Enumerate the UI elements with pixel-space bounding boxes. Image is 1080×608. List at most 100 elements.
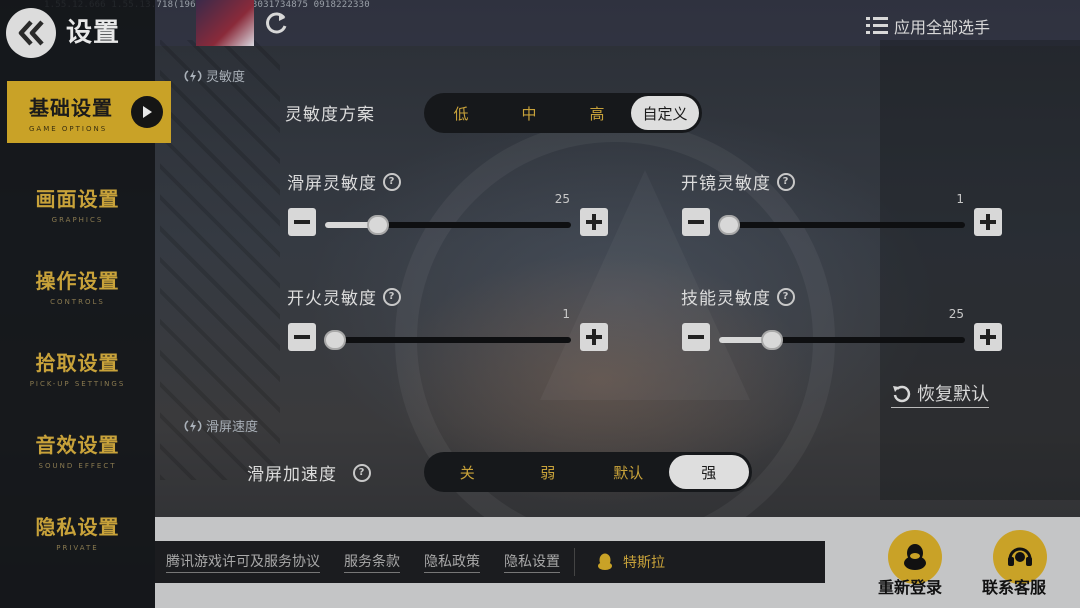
- sidebar-item-pickup[interactable]: 拾取设置 PICK-UP SETTINGS: [0, 326, 155, 408]
- link-privacy-settings[interactable]: 隐私设置: [504, 551, 560, 573]
- sidebar-item-sound[interactable]: 音效设置 SOUND EFFECT: [0, 408, 155, 490]
- apply-all-label: 应用全部选手: [894, 18, 991, 37]
- increase-button[interactable]: [974, 323, 1002, 351]
- help-icon[interactable]: ?: [383, 172, 401, 191]
- scheme-label-text: 灵敏度方案: [285, 105, 375, 125]
- slider-label-skill: 技能灵敏度 ?: [681, 284, 795, 309]
- list-check-icon: [866, 17, 888, 34]
- fire-sensitivity-slider: 1: [288, 307, 608, 363]
- slider-value: 25: [948, 307, 964, 321]
- slider-label-text: 开火灵敏度: [287, 289, 377, 309]
- scheme-option-low[interactable]: 低: [427, 96, 495, 130]
- help-icon[interactable]: ?: [777, 287, 795, 306]
- section-title: 灵敏度: [206, 70, 246, 85]
- sidebar-item-label: 操作设置: [35, 268, 120, 293]
- help-icon[interactable]: ?: [777, 172, 795, 191]
- slider-knob[interactable]: [761, 330, 784, 350]
- decrease-button[interactable]: [288, 323, 316, 351]
- slider-knob[interactable]: [718, 215, 740, 235]
- slider-value: 1: [562, 307, 570, 321]
- help-icon[interactable]: ?: [383, 287, 401, 306]
- relogin-label[interactable]: 重新登录: [878, 574, 942, 598]
- scheme-option-custom[interactable]: 自定义: [631, 96, 699, 130]
- slider-track[interactable]: [325, 215, 571, 235]
- decrease-button[interactable]: [682, 208, 710, 236]
- slider-label-scope: 开镜灵敏度 ?: [681, 169, 795, 194]
- qq-penguin-icon: [598, 553, 612, 570]
- support-label[interactable]: 联系客服: [982, 574, 1046, 598]
- page-title: 设置: [66, 18, 121, 48]
- slider-knob[interactable]: [367, 215, 390, 235]
- username: 特斯拉: [623, 555, 665, 571]
- section-heading-swipe-speed: 滑屏速度: [184, 416, 258, 435]
- link-license-agreement[interactable]: 腾讯游戏许可及服务协议: [166, 551, 320, 573]
- increase-button[interactable]: [580, 323, 608, 351]
- link-privacy-policy[interactable]: 隐私政策: [424, 551, 480, 573]
- lightning-icon: [184, 69, 202, 82]
- slider-track[interactable]: [324, 330, 571, 350]
- sidebar-item-sublabel: PICK-UP SETTINGS: [29, 379, 126, 388]
- slider-track[interactable]: [719, 330, 965, 350]
- section-title: 滑屏速度: [206, 420, 259, 435]
- sensitivity-scheme-selector: 低 中 高 自定义: [424, 93, 702, 133]
- sidebar-item-privacy[interactable]: 隐私设置 PRIVATE: [0, 490, 155, 572]
- refresh-icon[interactable]: [264, 10, 290, 36]
- lightning-icon: [184, 419, 202, 432]
- sidebar-item-controls[interactable]: 操作设置 CONTROLS: [0, 244, 155, 326]
- sidebar-item-sublabel: CONTROLS: [50, 297, 105, 306]
- decrease-button[interactable]: [288, 208, 316, 236]
- play-arrow-icon: [131, 96, 163, 128]
- slider-label-text: 滑屏灵敏度: [287, 174, 377, 194]
- back-button[interactable]: [6, 8, 56, 58]
- slider-label-text: 开镜灵敏度: [681, 174, 771, 194]
- double-chevron-left-icon: [18, 20, 44, 46]
- undo-icon: [893, 385, 911, 403]
- slider-label-text: 技能灵敏度: [681, 289, 771, 309]
- increase-button[interactable]: [580, 208, 608, 236]
- sidebar-item-label: 音效设置: [35, 432, 120, 457]
- swipe-accel-label-text: 滑屏加速度: [247, 465, 337, 485]
- slider-label-fire: 开火灵敏度 ?: [287, 284, 401, 309]
- accel-option-default[interactable]: 默认: [588, 455, 669, 489]
- swipe-sensitivity-slider: 25: [288, 192, 608, 248]
- decrease-button[interactable]: [682, 323, 710, 351]
- scheme-option-mid[interactable]: 中: [495, 96, 563, 130]
- player-avatar[interactable]: [196, 0, 254, 46]
- sidebar-item-sublabel: GRAPHICS: [51, 215, 104, 224]
- sidebar-item-sublabel: PRIVATE: [56, 543, 99, 552]
- swipe-accel-label: 滑屏加速度 ?: [247, 460, 371, 485]
- slider-knob[interactable]: [324, 330, 346, 350]
- sidebar-item-graphics[interactable]: 画面设置 GRAPHICS: [0, 162, 155, 244]
- sidebar-item-label: 隐私设置: [35, 514, 120, 539]
- slider-value: 1: [956, 192, 964, 206]
- help-icon[interactable]: ?: [353, 463, 371, 482]
- restore-default-label: 恢复默认: [917, 384, 989, 405]
- accel-option-strong[interactable]: 强: [668, 455, 749, 489]
- scheme-option-high[interactable]: 高: [563, 96, 631, 130]
- slider-value: 25: [554, 192, 570, 206]
- scope-sensitivity-slider: 1: [682, 192, 1002, 248]
- background-building: [880, 40, 1080, 500]
- sidebar-item-label: 基础设置: [29, 95, 113, 120]
- skill-sensitivity-slider: 25: [682, 307, 1002, 363]
- slider-track[interactable]: [718, 215, 965, 235]
- apply-all-players-button[interactable]: 应用全部选手: [866, 14, 990, 38]
- increase-button[interactable]: [974, 208, 1002, 236]
- sidebar-item-game-options[interactable]: 基础设置 GAME OPTIONS: [7, 81, 171, 143]
- accel-option-weak[interactable]: 弱: [508, 455, 589, 489]
- link-terms-of-service[interactable]: 服务条款: [344, 551, 400, 573]
- divider: [574, 548, 575, 576]
- scheme-label: 灵敏度方案: [285, 100, 375, 125]
- section-heading-sensitivity: 灵敏度: [184, 66, 245, 85]
- restore-default-button[interactable]: 恢复默认: [891, 380, 989, 408]
- sidebar-item-sublabel: GAME OPTIONS: [29, 124, 108, 133]
- headset-icon: [1008, 547, 1032, 566]
- swipe-accel-selector: 关 弱 默认 强: [424, 452, 752, 492]
- legal-links-bar: 腾讯游戏许可及服务协议 服务条款 隐私政策 隐私设置 特斯拉: [155, 541, 825, 583]
- accel-option-off[interactable]: 关: [427, 455, 508, 489]
- sidebar-item-sublabel: SOUND EFFECT: [38, 461, 117, 470]
- penguin-icon: [904, 544, 926, 570]
- sidebar-nav: 基础设置 GAME OPTIONS 画面设置 GRAPHICS 操作设置 CON…: [0, 80, 171, 572]
- slider-label-swipe: 滑屏灵敏度 ?: [287, 169, 401, 194]
- sidebar-item-label: 画面设置: [35, 186, 120, 211]
